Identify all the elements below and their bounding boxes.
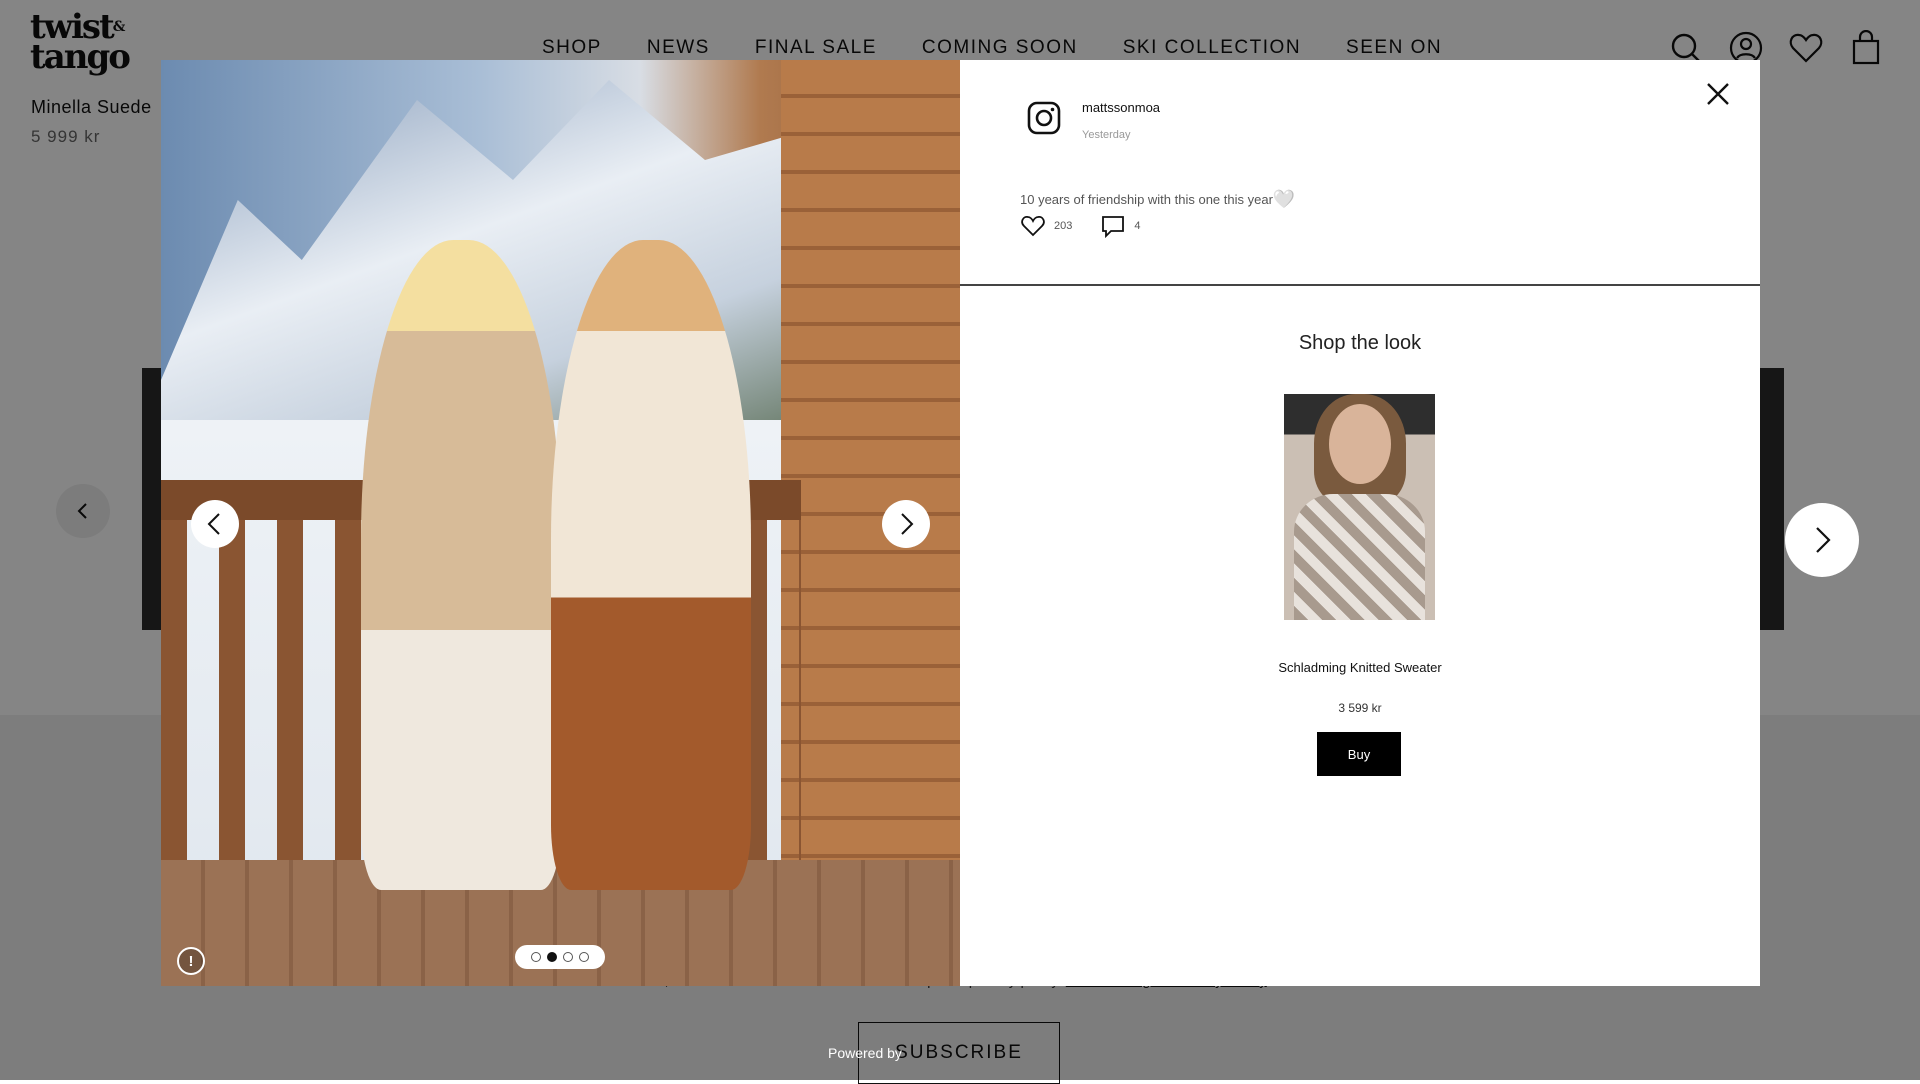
carousel-dot[interactable] (531, 952, 541, 962)
chevron-right-icon (1816, 527, 1831, 553)
like-icon[interactable] (1020, 213, 1046, 239)
photo-next-button[interactable] (882, 500, 930, 548)
shop-the-look-title: Shop the look (1298, 332, 1422, 354)
like-count: 203 (1054, 220, 1073, 232)
carousel-dots (515, 945, 605, 969)
chevron-left-icon (207, 513, 220, 535)
carousel-dot[interactable] (563, 952, 573, 962)
chevron-right-icon (901, 513, 914, 535)
close-button[interactable] (1700, 76, 1736, 112)
instagram-icon (1027, 101, 1061, 135)
photo-prev-button[interactable] (191, 500, 239, 548)
product-image[interactable] (1284, 394, 1435, 620)
photo-person (361, 240, 561, 890)
comment-icon[interactable] (1100, 213, 1126, 239)
look-product-price: 3 599 kr (1338, 701, 1382, 715)
carousel-dot[interactable] (579, 952, 589, 962)
powered-by-text: Powered by (828, 1045, 902, 1061)
post-details-panel: mattssonmoa Yesterday 10 years of friend… (960, 60, 1760, 986)
instagram-post-modal: ! mattssonmoa Yesterday 10 years of frie… (161, 60, 1760, 986)
post-caption: 10 years of friendship with this one thi… (1020, 189, 1295, 210)
white-heart-emoji: 🤍 (1272, 189, 1296, 209)
photo-wall (781, 60, 960, 986)
post-photo: ! (161, 60, 960, 986)
powered-by: Powered by (828, 1045, 902, 1061)
post-timestamp: Yesterday (1082, 129, 1131, 141)
look-product-name[interactable]: Schladming Knitted Sweater (960, 660, 1760, 675)
next-post-button[interactable] (1785, 503, 1859, 577)
post-username[interactable]: mattssonmoa (1082, 100, 1160, 115)
panel-divider (960, 284, 1760, 286)
close-icon (1707, 83, 1729, 105)
info-button[interactable]: ! (177, 947, 205, 975)
post-stats: 203 4 (1020, 213, 1140, 239)
comment-count: 4 (1134, 220, 1141, 232)
carousel-dot[interactable] (547, 952, 557, 962)
buy-button[interactable]: Buy (1317, 732, 1401, 776)
caption-text: 10 years of friendship with this one thi… (1020, 192, 1273, 207)
photo-person (551, 240, 751, 890)
